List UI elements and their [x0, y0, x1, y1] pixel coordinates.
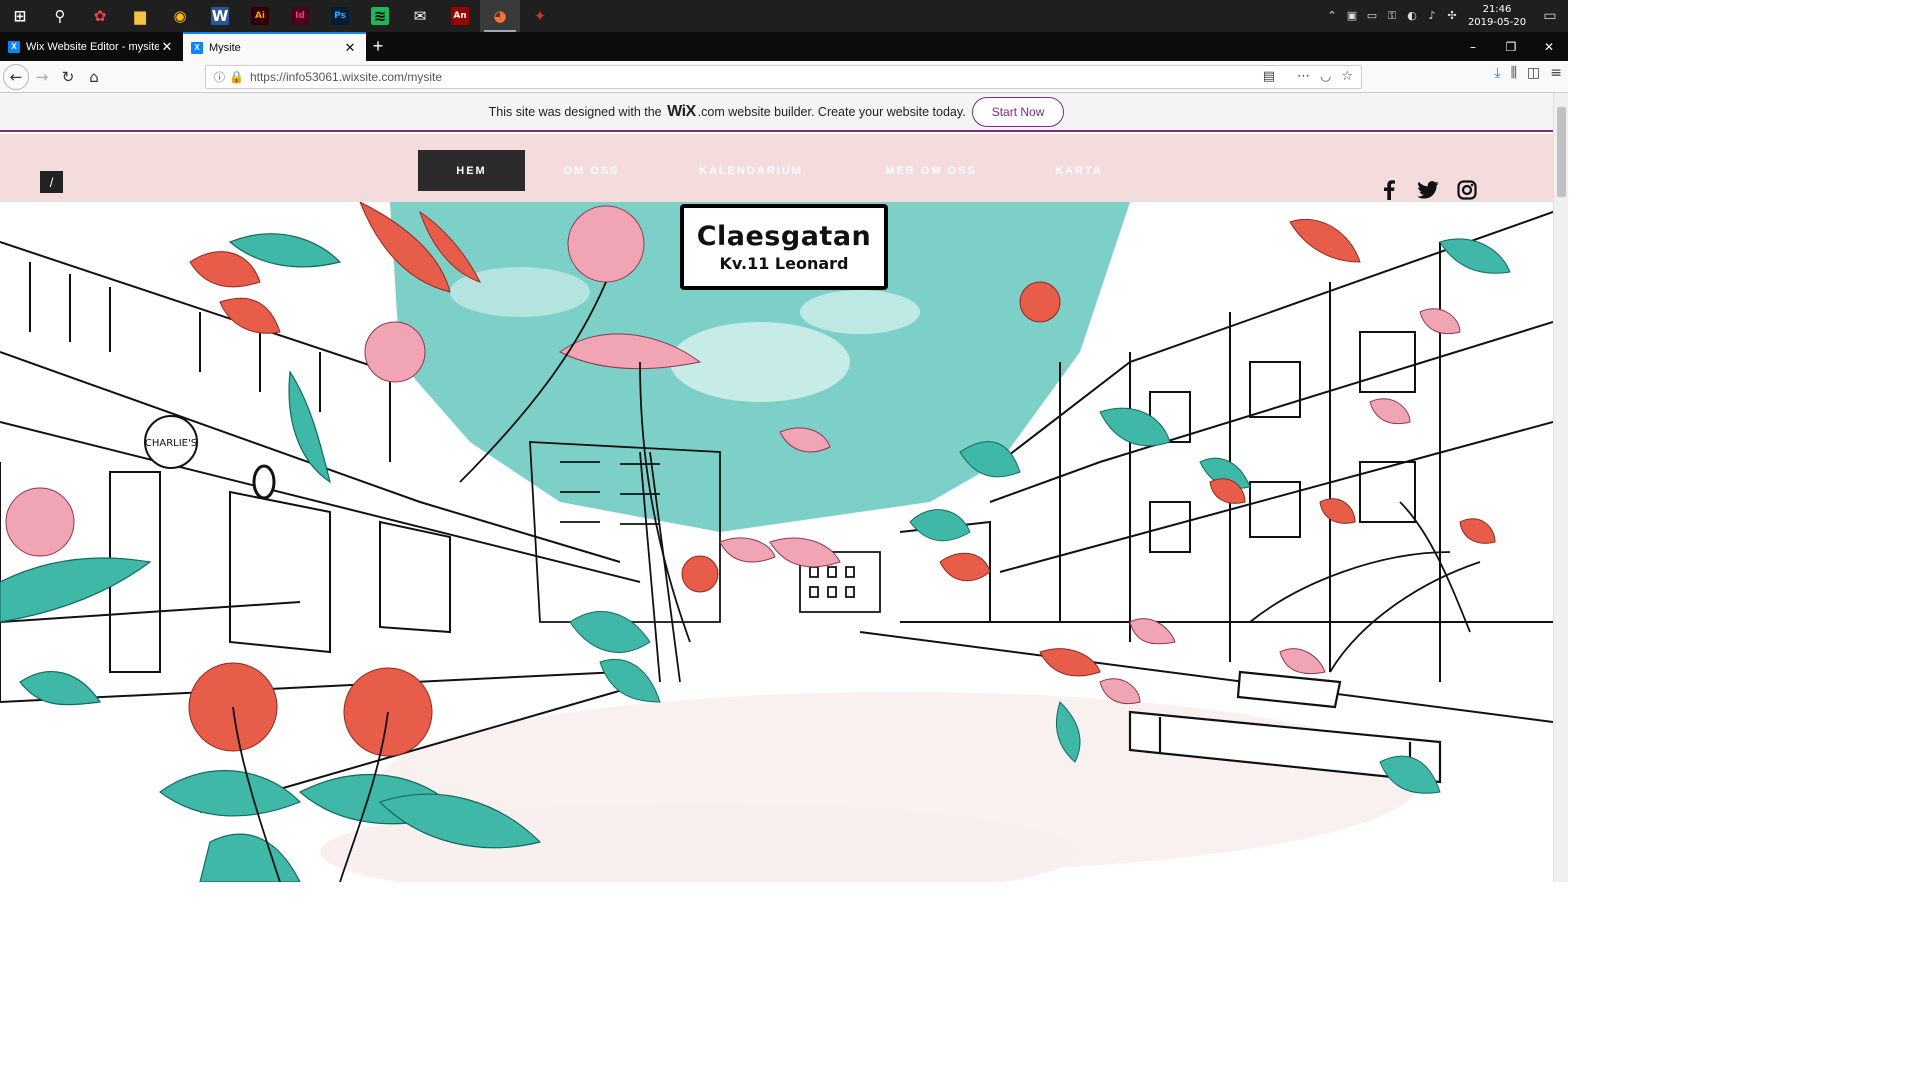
chrome-icon: ◉	[173, 7, 187, 25]
restore-icon[interactable]: ❐	[1492, 32, 1530, 61]
photoshop-taskbar-icon[interactable]: Ps	[320, 0, 360, 32]
notifications-icon[interactable]: ▭	[1532, 8, 1568, 24]
animate-taskbar-icon[interactable]: An	[440, 0, 480, 32]
lock-icon: 🔒	[229, 70, 244, 84]
back-button[interactable]: ←	[3, 63, 29, 90]
clock-time: 21:46	[1482, 4, 1512, 15]
pocket-icon[interactable]: ◡	[1320, 69, 1331, 84]
street-sign: Claesgatan Kv.11 Leonard	[680, 204, 888, 290]
show-hidden-icons-icon[interactable]: ⌃	[1322, 9, 1342, 23]
network-icon[interactable]: ⚿	[1382, 9, 1402, 23]
app-red-icon: ✦	[533, 7, 547, 25]
app-paint-icon: ✿	[93, 7, 107, 25]
shop-sign-text: CHARLIE'S	[145, 438, 197, 449]
wix-favicon-icon: X	[8, 40, 20, 53]
illustrator-taskbar-icon[interactable]: Ai	[240, 0, 280, 32]
site-info-icon[interactable]: ⓘ	[214, 69, 225, 85]
app-paint-taskbar-icon[interactable]: ✿	[80, 0, 120, 32]
indesign-icon: Id	[291, 7, 309, 25]
search-icon: ⚲	[54, 7, 66, 25]
windows-taskbar: ⊞ ⚲ ✿ ▆ ◉ W Ai Id Ps ≋ ✉ An ◕ ✦ ⌃ ▣ ▭ ⚿ ◐ ♪ ✣ 21:46 2019-05…	[0, 0, 1568, 32]
menu-toggle-button[interactable]: /	[40, 171, 63, 193]
page-actions-icon[interactable]: ⋯	[1297, 69, 1310, 84]
forward-button[interactable]: →	[29, 64, 55, 90]
browser-navbar: ← → ↻ ⌂ ⓘ 🔒 https://info53061.wixsite.co…	[0, 61, 1568, 93]
new-tab-button[interactable]: +	[366, 32, 390, 61]
wix-favicon-icon: X	[191, 41, 203, 54]
reader-view-icon[interactable]: ▤	[1263, 69, 1275, 84]
security-icon[interactable]: ▣	[1342, 9, 1362, 23]
system-tray: ⌃ ▣ ▭ ⚿ ◐ ♪ ✣ 21:46 2019-05-20 ▭	[1322, 0, 1568, 32]
banner-text-before: This site was designed with the	[488, 104, 662, 119]
word-icon: W	[211, 7, 229, 25]
wix-promo-banner: This site was designed with the WiX .com …	[0, 93, 1553, 132]
search-taskbar-icon[interactable]: ⚲	[40, 0, 80, 32]
spotify-taskbar-icon[interactable]: ≋	[360, 0, 400, 32]
menu-icon[interactable]: ≡	[1550, 65, 1562, 81]
street-illustration: CHARLIE'S	[0, 202, 1553, 882]
nav-item-karta[interactable]: KARTA	[1036, 150, 1122, 191]
library-icon[interactable]: ⫼	[1511, 65, 1517, 81]
nav-item-mer-om-oss[interactable]: MER OM OSS	[862, 150, 1000, 191]
browser-tab-strip: X Wix Website Editor - mysite ✕ X Mysite…	[0, 32, 1568, 61]
firefox-icon: ◕	[493, 7, 507, 25]
url-bar[interactable]: ⓘ 🔒 https://info53061.wixsite.com/mysite…	[205, 65, 1362, 89]
word-taskbar-icon[interactable]: W	[200, 0, 240, 32]
app-red-taskbar-icon[interactable]: ✦	[520, 0, 560, 32]
tab-wix-editor[interactable]: X Wix Website Editor - mysite ✕	[0, 32, 183, 61]
close-tab-icon[interactable]: ✕	[159, 39, 175, 55]
street-sign-subtitle: Kv.11 Leonard	[719, 254, 849, 273]
close-window-icon[interactable]: ✕	[1530, 32, 1568, 61]
bluetooth-icon[interactable]: ✣	[1442, 9, 1462, 23]
mail-icon: ✉	[413, 7, 427, 25]
reload-button[interactable]: ↻	[55, 64, 81, 90]
spotify-icon: ≋	[371, 7, 389, 25]
sidebar-icon[interactable]: ◫	[1527, 65, 1540, 81]
tab-title: Wix Website Editor - mysite	[26, 40, 159, 53]
indesign-taskbar-icon[interactable]: Id	[280, 0, 320, 32]
nav-item-om-oss[interactable]: OM OSS	[540, 150, 643, 191]
taskbar-clock[interactable]: 21:46 2019-05-20	[1462, 3, 1532, 29]
street-sign-title: Claesgatan	[696, 221, 872, 252]
close-tab-icon[interactable]: ✕	[342, 40, 358, 56]
hero-illustration: CHARLIE'S Claesgatan Kv.11 Leonard	[0, 202, 1553, 882]
start-now-button[interactable]: Start Now	[971, 96, 1065, 127]
onedrive-icon[interactable]: ◐	[1402, 9, 1422, 23]
minimize-icon[interactable]: –	[1454, 32, 1492, 61]
clock-date: 2019-05-20	[1467, 17, 1527, 28]
twitter-icon[interactable]	[1416, 178, 1440, 202]
page-scrollbar[interactable]	[1553, 93, 1568, 882]
illustrator-icon: Ai	[251, 7, 269, 25]
volume-icon[interactable]: ♪	[1422, 9, 1442, 23]
bookmark-star-icon[interactable]: ☆	[1341, 69, 1353, 84]
nav-item-kalendarium[interactable]: KALENDARIUM	[676, 150, 826, 191]
home-button[interactable]: ⌂	[81, 64, 107, 90]
file-explorer-icon: ▆	[134, 7, 146, 25]
nav-item-hem[interactable]: HEM	[418, 150, 525, 191]
wix-logo: WiX	[667, 102, 696, 120]
banner-text-after: website builder. Create your website tod…	[728, 104, 966, 119]
windows-start-icon: ⊞	[13, 7, 27, 25]
facebook-icon[interactable]	[1377, 178, 1401, 202]
wix-logo-suffix: .com	[697, 104, 725, 119]
url-text[interactable]: https://info53061.wixsite.com/mysite	[250, 70, 442, 84]
tab-title: Mysite	[209, 41, 241, 54]
windows-start-taskbar-icon[interactable]: ⊞	[0, 0, 40, 32]
animate-icon: An	[451, 7, 469, 25]
battery-icon[interactable]: ▭	[1362, 9, 1382, 23]
firefox-taskbar-icon[interactable]: ◕	[480, 0, 520, 32]
instagram-icon[interactable]	[1455, 178, 1479, 202]
file-explorer-taskbar-icon[interactable]: ▆	[120, 0, 160, 32]
site-header: / HEM OM OSS KALENDARIUM MER OM OSS KART…	[0, 134, 1553, 202]
downloads-icon[interactable]: ⤓	[1494, 65, 1500, 81]
scrollbar-thumb[interactable]	[1557, 107, 1566, 197]
chrome-taskbar-icon[interactable]: ◉	[160, 0, 200, 32]
tab-mysite[interactable]: X Mysite ✕	[183, 32, 366, 61]
mail-taskbar-icon[interactable]: ✉	[400, 0, 440, 32]
photoshop-icon: Ps	[331, 7, 349, 25]
